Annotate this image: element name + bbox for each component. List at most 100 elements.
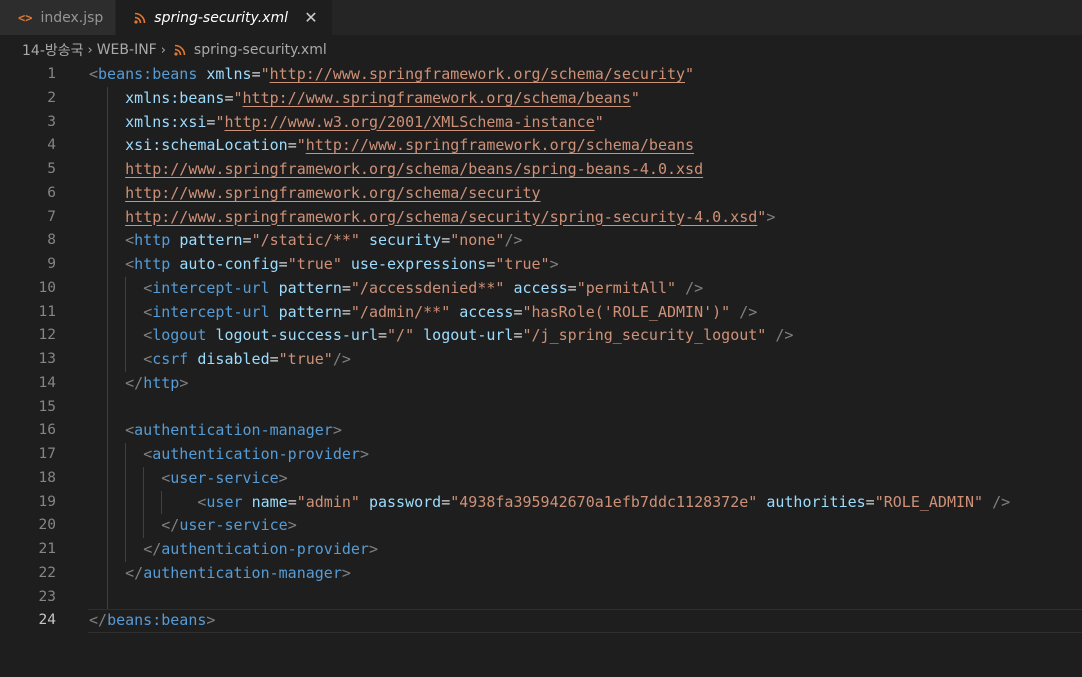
chevron-right-icon: › — [87, 42, 93, 58]
string-value: "true" — [287, 255, 342, 273]
code-line[interactable]: 1 <beans:beans xmlns="http://www.springfr… — [0, 63, 1082, 87]
code-text: http://www.springframework.org/schema/se… — [89, 182, 540, 206]
attribute-name: pattern — [179, 231, 243, 250]
tag-name: beans:beans — [98, 65, 198, 83]
attribute-name: pattern — [278, 302, 342, 321]
code-line[interactable]: 14 </http> — [0, 371, 1082, 396]
code-line[interactable]: 7 http://www.springframework.org/schema/… — [0, 205, 1082, 230]
line-number: 14 — [38, 374, 56, 391]
tab-spring-security-xml[interactable]: spring-security.xml ✕ — [116, 0, 333, 35]
breadcrumb-file[interactable]: spring-security.xml — [194, 42, 327, 58]
code-text: </http> — [89, 372, 188, 396]
code-editor[interactable]: 1 <beans:beans xmlns="http://www.springfr… — [0, 63, 1082, 677]
equals-sign: = — [287, 136, 297, 155]
tag-bracket: > — [206, 611, 216, 630]
indent-guide — [107, 181, 108, 206]
url-link[interactable]: http://www.springframework.org/schema/se… — [125, 208, 757, 226]
code-line[interactable]: 4 xsi:schemaLocation="http://www.springf… — [0, 134, 1082, 158]
line-number: 16 — [38, 422, 56, 439]
code-line[interactable]: 10 <intercept-url pattern="/accessdenied… — [0, 276, 1082, 301]
code-text: xmlns:beans="http://www.springframework.… — [89, 87, 640, 111]
code-line[interactable]: 16 <authentication-manager> — [0, 419, 1082, 443]
tag-bracket: < — [143, 350, 153, 368]
indent-guide — [143, 514, 145, 538]
tag-bracket: < — [143, 278, 153, 297]
code-line[interactable]: 9 <http auto-config="true" use-expressio… — [0, 253, 1082, 277]
code-line[interactable]: 19 <user name="admin" password="4938fa39… — [0, 490, 1082, 515]
attribute-name: access — [513, 278, 568, 297]
tag-name: authentication-provider — [161, 540, 369, 558]
indent-guide — [107, 466, 108, 491]
indent-guide — [125, 538, 127, 562]
string-value: "hasRole('ROLE_ADMIN')" — [522, 302, 731, 321]
code-line[interactable]: 20 </user-service> — [0, 514, 1082, 538]
line-number: 10 — [38, 279, 56, 296]
code-line[interactable]: 23 — [0, 585, 1082, 610]
tag-name: beans:beans — [107, 611, 207, 630]
close-icon[interactable]: ✕ — [302, 8, 320, 27]
line-number: 20 — [38, 517, 56, 534]
indent-guide — [125, 490, 127, 515]
breadcrumb-folder-web-inf[interactable]: WEB-INF — [97, 42, 157, 58]
url-link[interactable]: http://www.springframework.org/schema/be… — [306, 136, 694, 154]
line-number: 23 — [38, 588, 56, 605]
code-line[interactable]: 11 <intercept-url pattern="/admin/**" ac… — [0, 300, 1082, 325]
tag-bracket: </ — [143, 540, 162, 558]
code-line[interactable]: 15 — [0, 395, 1082, 420]
tab-index-jsp[interactable]: <> index.jsp — [0, 0, 117, 35]
attribute-name: use-expressions — [350, 255, 487, 273]
code-line[interactable]: 18 <user-service> — [0, 466, 1082, 491]
tag-bracket: </ — [89, 611, 108, 630]
equals-sign: = — [341, 278, 351, 297]
indent-guide — [107, 158, 108, 182]
code-line[interactable]: 13 <csrf disabled="true"/> — [0, 348, 1082, 372]
line-number: 18 — [38, 469, 56, 486]
attribute-name: authorities — [766, 492, 866, 511]
url-link[interactable]: http://www.w3.org/2001/XMLSchema-instanc… — [224, 113, 594, 131]
code-text: <user-service> — [89, 467, 287, 491]
indent-guide — [107, 324, 108, 348]
tag-bracket: > — [368, 540, 378, 558]
indent-guide — [125, 300, 127, 325]
line-number: 7 — [47, 208, 56, 225]
tab-label: spring-security.xml — [154, 9, 288, 26]
code-text: <intercept-url pattern="/admin/**" acces… — [89, 301, 757, 325]
code-line[interactable]: 5 http://www.springframework.org/schema/… — [0, 158, 1082, 182]
indent-guide — [107, 514, 108, 538]
tab-label: index.jsp — [40, 9, 104, 26]
line-number: 22 — [38, 564, 56, 581]
url-link[interactable]: http://www.springframework.org/schema/se… — [270, 65, 685, 83]
tag-bracket: > — [287, 516, 297, 535]
url-link[interactable]: http://www.springframework.org/schema/be… — [125, 160, 703, 178]
code-line[interactable]: 22 </authentication-manager> — [0, 561, 1082, 586]
url-link[interactable]: http://www.springframework.org/schema/be… — [243, 89, 631, 107]
string-value: "http://www.springframework.org/schema/b… — [233, 88, 640, 107]
attribute-name: access — [459, 302, 514, 321]
code-line[interactable]: 17 <authentication-provider> — [0, 443, 1082, 467]
indent-guide — [107, 276, 108, 301]
attribute-name: xmlns:xsi — [125, 112, 207, 131]
tag-name: authentication-provider — [152, 445, 360, 463]
code-line[interactable]: 24 </beans:beans> — [0, 609, 1082, 633]
indent-guide — [107, 395, 108, 420]
code-line[interactable]: 21 </authentication-provider> — [0, 538, 1082, 562]
indent-guide — [107, 253, 108, 277]
code-line[interactable]: 12 <logout logout-success-url="/" logout… — [0, 324, 1082, 348]
code-text: http://www.springframework.org/schema/se… — [89, 206, 775, 230]
code-line[interactable]: 6 http://www.springframework.org/schema/… — [0, 181, 1082, 206]
line-number: 24 — [38, 612, 56, 629]
tag-bracket: </ — [125, 373, 144, 392]
breadcrumb-folder-14[interactable]: 14-방송국 — [22, 40, 84, 60]
string-value: "ROLE_ADMIN" — [874, 492, 984, 511]
tag-bracket: </ — [161, 516, 180, 535]
code-line[interactable]: 2 xmlns:beans="http://www.springframewor… — [0, 86, 1082, 111]
tag-name: user — [206, 492, 243, 511]
url-link[interactable]: http://www.springframework.org/schema/se… — [125, 184, 540, 202]
code-line[interactable]: 8 <http pattern="/static/**" security="n… — [0, 229, 1082, 253]
code-line[interactable]: 3 xmlns:xsi="http://www.w3.org/2001/XMLS… — [0, 110, 1082, 135]
indent-guide — [107, 86, 108, 111]
indent-guide — [125, 276, 127, 301]
line-number: 5 — [47, 161, 56, 177]
tag-bracket: > — [549, 255, 559, 273]
code-text: </authentication-manager> — [89, 562, 351, 586]
